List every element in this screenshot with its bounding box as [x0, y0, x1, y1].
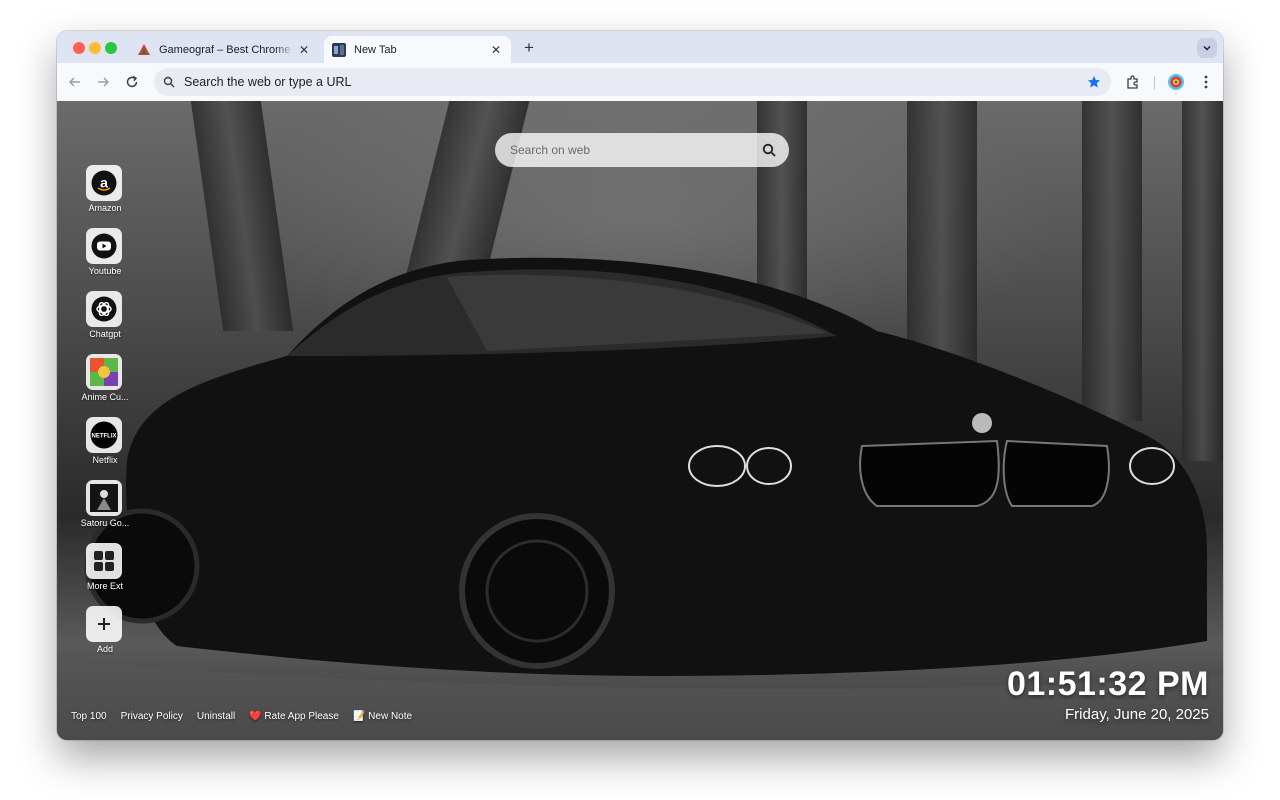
chatgpt-icon — [86, 291, 122, 327]
top100-link[interactable]: Top 100 — [71, 711, 107, 722]
clock-widget: 01:51:32 PM Friday, June 20, 2025 — [1007, 665, 1209, 725]
kebab-menu-icon — [1204, 75, 1208, 89]
tab-title: New Tab — [354, 43, 397, 56]
svg-text:NETFLIX: NETFLIX — [92, 434, 117, 440]
shortcut-label: Add — [96, 644, 113, 654]
plus-icon — [86, 606, 122, 642]
reload-icon — [126, 75, 138, 88]
search-placeholder: Search on web — [510, 143, 591, 157]
clock-date: Friday, June 20, 2025 — [1065, 706, 1209, 723]
new-tab-page: Search on web a Amazon Youtube Chatgpt A… — [57, 101, 1223, 740]
shortcut-label: Chatgpt — [89, 329, 121, 339]
amazon-icon: a — [86, 165, 122, 201]
extensions-button[interactable] — [1123, 72, 1143, 92]
bookmark-star-icon[interactable] — [1087, 75, 1101, 89]
tab-bar: Gameograf – Best Chrome Li ✕ New Tab ✕ + — [57, 31, 1223, 63]
add-shortcut-button[interactable]: Add — [75, 606, 135, 664]
anime-icon — [86, 354, 122, 390]
shortcut-amazon[interactable]: a Amazon — [75, 165, 135, 223]
tab-search-button[interactable] — [1197, 38, 1217, 58]
more-ext-icon — [86, 543, 122, 579]
svg-text:a: a — [100, 175, 108, 191]
maximize-window-button[interactable] — [105, 42, 117, 54]
address-bar[interactable]: Search the web or type a URL — [154, 68, 1111, 96]
shortcut-label: Satoru Go... — [80, 518, 130, 528]
browser-menu-button[interactable] — [1196, 72, 1216, 92]
new-note-link[interactable]: 📝 New Note — [353, 711, 412, 722]
address-placeholder: Search the web or type a URL — [184, 75, 352, 89]
shortcut-label: More Ext — [86, 581, 123, 591]
privacy-policy-link[interactable]: Privacy Policy — [121, 711, 183, 722]
back-arrow-icon — [68, 77, 80, 87]
close-tab-icon[interactable]: ✕ — [295, 41, 313, 59]
toolbar-divider — [1154, 76, 1155, 90]
shortcut-satoru[interactable]: Satoru Go... — [75, 480, 135, 538]
shortcut-label: Amazon — [88, 203, 122, 213]
shortcut-more-ext[interactable]: More Ext — [75, 543, 135, 601]
close-window-button[interactable] — [73, 42, 85, 54]
browser-window: Gameograf – Best Chrome Li ✕ New Tab ✕ + — [57, 31, 1223, 740]
minimize-window-button[interactable] — [89, 42, 101, 54]
new-tab-button[interactable]: + — [519, 38, 539, 58]
rate-app-link[interactable]: ❤️ Rate App Please — [249, 711, 339, 722]
shortcut-label: Anime Cu... — [81, 392, 129, 402]
car-wallpaper-image — [57, 257, 1223, 740]
shortcut-anime[interactable]: Anime Cu... — [75, 354, 135, 412]
tab-new-tab[interactable]: New Tab ✕ — [324, 36, 511, 63]
toolbar: Search the web or type a URL — [57, 63, 1223, 101]
back-button[interactable] — [65, 72, 85, 92]
clock-time: 01:51:32 PM — [1006, 665, 1209, 703]
forward-button[interactable] — [93, 72, 113, 92]
search-icon — [163, 75, 177, 89]
uninstall-link[interactable]: Uninstall — [197, 711, 235, 722]
avatar — [1168, 74, 1184, 90]
puzzle-icon — [1127, 75, 1138, 89]
shortcut-label: Youtube — [88, 266, 122, 276]
shortcut-chatgpt[interactable]: Chatgpt — [75, 291, 135, 349]
tab-title: Gameograf – Best Chrome Li — [159, 43, 295, 56]
shortcut-netflix[interactable]: NETFLIX Netflix — [75, 417, 135, 475]
web-search-box[interactable]: Search on web — [495, 133, 789, 167]
search-icon[interactable] — [759, 140, 779, 160]
chevron-down-icon — [1203, 45, 1211, 51]
gameograf-icon — [137, 43, 151, 57]
profile-button[interactable] — [1166, 72, 1186, 92]
reload-button[interactable] — [122, 72, 142, 92]
youtube-icon — [86, 228, 122, 264]
tab-gameograf[interactable]: Gameograf – Best Chrome Li ✕ — [129, 36, 319, 63]
newtab-icon — [332, 42, 346, 57]
close-tab-icon[interactable]: ✕ — [487, 41, 505, 59]
shortcut-label: Netflix — [92, 455, 118, 465]
satoru-icon — [86, 480, 122, 516]
shortcut-youtube[interactable]: Youtube — [75, 228, 135, 286]
netflix-icon: NETFLIX — [86, 417, 122, 453]
forward-arrow-icon — [98, 77, 110, 87]
footer-links: Top 100 Privacy Policy Uninstall ❤️ Rate… — [71, 711, 412, 722]
